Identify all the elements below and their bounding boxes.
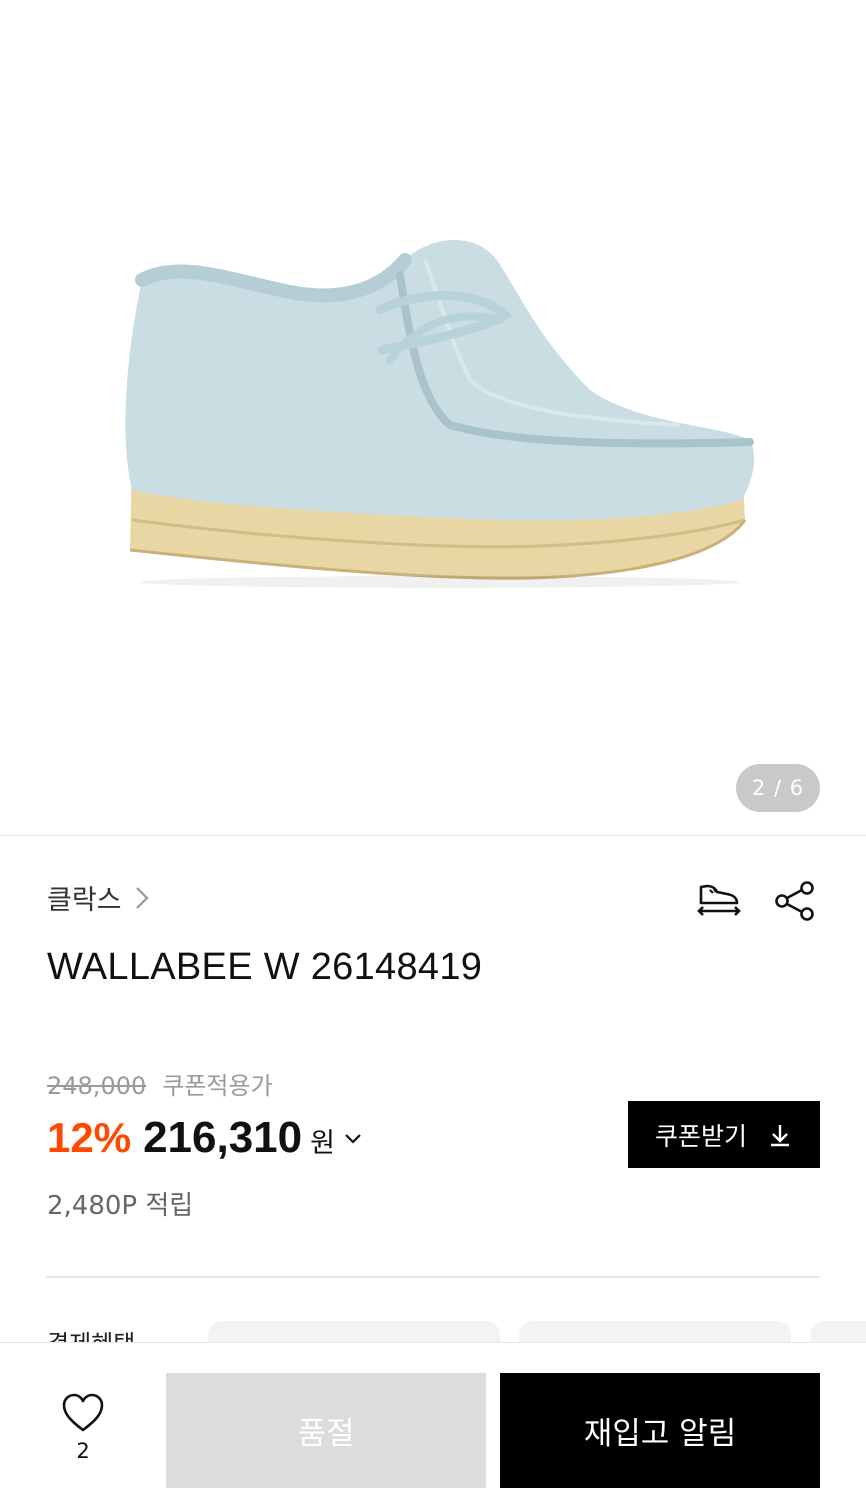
product-actions [694, 876, 820, 926]
coupon-price-label: 쿠폰적용가 [162, 1072, 273, 1100]
brand-link[interactable]: 클락스 [47, 878, 152, 917]
section-divider [46, 1276, 820, 1278]
size-guide-shoe-icon [697, 884, 741, 916]
size-guide-button[interactable] [694, 876, 744, 926]
product-info: 클락스 WALLABEE W 26148419 248,000 쿠폰적용가 12… [0, 836, 866, 1342]
sale-price-row[interactable]: 12% 216,310 원 [47, 1113, 365, 1163]
share-icon [775, 881, 814, 921]
original-price: 248,000 [47, 1072, 147, 1100]
product-image-gallery[interactable]: 2 / 6 [0, 0, 866, 836]
benefit-card[interactable] [810, 1321, 866, 1342]
currency-unit: 원 [310, 1128, 335, 1159]
product-shoe-image [125, 240, 755, 588]
original-price-row: 248,000 쿠폰적용가 [47, 1066, 365, 1101]
soldout-button: 품절 [166, 1373, 486, 1488]
bottom-action-bar: 2 품절 재입고 알림 [0, 1342, 866, 1500]
reward-points: 2,480P 적립 [47, 1191, 194, 1221]
product-title: WALLABEE W 26148419 [47, 946, 483, 988]
benefit-card[interactable] [208, 1321, 500, 1342]
chevron-right-icon [135, 886, 149, 909]
discount-rate: 12% [47, 1114, 132, 1161]
payment-benefits-label: 결제혜택 [47, 1324, 135, 1342]
benefit-card[interactable] [519, 1321, 791, 1342]
brand-name: 클락스 [47, 885, 122, 916]
like-button[interactable]: 2 [50, 1393, 116, 1473]
like-count: 2 [76, 1439, 90, 1463]
get-coupon-button[interactable]: 쿠폰받기 [628, 1101, 820, 1168]
coupon-button-label: 쿠폰받기 [654, 1121, 747, 1151]
image-page-indicator: 2 / 6 [736, 764, 820, 812]
chevron-down-icon[interactable] [341, 1126, 365, 1150]
restock-alert-button[interactable]: 재입고 알림 [500, 1373, 820, 1488]
heart-icon [62, 1393, 104, 1432]
download-icon [771, 1124, 789, 1146]
share-button[interactable] [770, 876, 820, 926]
sale-price: 216,310 [143, 1113, 303, 1162]
price-block: 248,000 쿠폰적용가 12% 216,310 원 2,480P 적립 [47, 1066, 365, 1222]
